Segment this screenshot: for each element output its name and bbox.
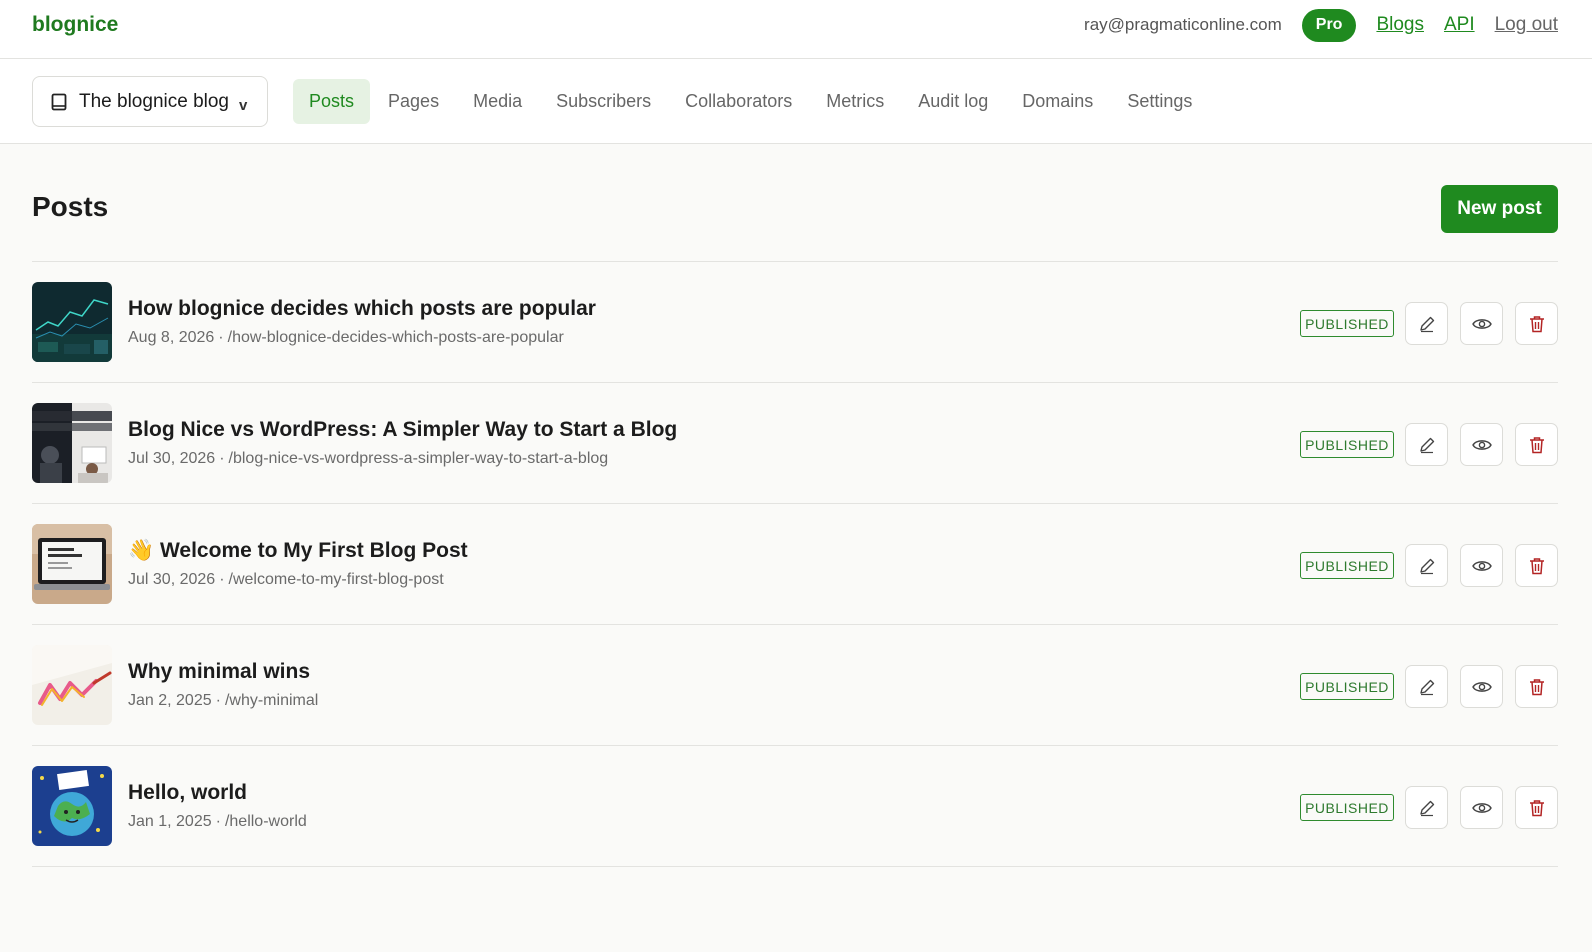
meta-separator: · <box>219 450 225 467</box>
pencil-icon <box>1419 558 1434 574</box>
tab-settings[interactable]: Settings <box>1111 79 1208 124</box>
meta-separator: · <box>219 571 225 588</box>
status-badge: PUBLISHED <box>1300 794 1394 821</box>
eye-icon <box>1471 802 1492 813</box>
blog-name: The blognice blog <box>79 90 229 112</box>
post-date: Jul 30, 2026 <box>128 450 216 467</box>
post-slug: /how-blognice-decides-which-posts-are-po… <box>227 329 564 346</box>
meta-separator: · <box>215 813 221 830</box>
tab-subscribers[interactable]: Subscribers <box>540 79 667 124</box>
blog-selector[interactable]: The blognice blog v <box>32 76 268 127</box>
blog-nav: The blognice blog v Posts Pages Media Su… <box>0 59 1592 144</box>
new-post-button[interactable]: New post <box>1441 185 1558 233</box>
tab-posts[interactable]: Posts <box>293 79 371 124</box>
trash-icon <box>1529 436 1544 453</box>
tab-metrics[interactable]: Metrics <box>810 79 900 124</box>
edit-button[interactable] <box>1405 544 1448 587</box>
meta-separator: · <box>218 329 224 346</box>
eye-icon <box>1471 439 1492 450</box>
status-badge: PUBLISHED <box>1300 673 1394 700</box>
tab-domains[interactable]: Domains <box>1006 79 1109 124</box>
user-email: ray@pragmaticonline.com <box>1084 15 1282 34</box>
post-list: How blognice decides which posts are pop… <box>32 262 1558 867</box>
post-meta: Aug 8, 2026 ·/how-blognice-decides-which-… <box>128 329 564 347</box>
eye-icon <box>1471 681 1492 692</box>
view-button[interactable] <box>1460 544 1503 587</box>
page-title: Posts <box>32 191 109 222</box>
chevron-down-icon: v <box>239 97 248 114</box>
edit-button[interactable] <box>1405 302 1448 345</box>
top-bar: blognice ray@pragmaticonline.com Pro Blo… <box>0 0 1592 59</box>
tab-audit-log[interactable]: Audit log <box>902 79 1004 124</box>
eye-icon <box>1471 318 1492 329</box>
post-date: Aug 8, 2026 <box>128 329 215 346</box>
trash-icon <box>1529 315 1544 332</box>
post-row: Hello, world Jan 1, 2025 ·/hello-world PU… <box>32 746 1558 867</box>
post-slug: /blog-nice-vs-wordpress-a-simpler-way-to… <box>228 450 609 467</box>
pencil-icon <box>1419 316 1434 332</box>
post-row: How blognice decides which posts are pop… <box>32 262 1558 383</box>
book-icon <box>51 93 67 110</box>
post-meta: Jul 30, 2026 ·/welcome-to-my-first-blog-p… <box>128 571 444 589</box>
trash-icon <box>1529 557 1544 574</box>
brand-logo[interactable]: blognice <box>32 13 118 37</box>
delete-button[interactable] <box>1515 786 1558 829</box>
api-link[interactable]: API <box>1444 14 1475 36</box>
post-row: 👋 Welcome to My First Blog Post Jul 30, … <box>32 504 1558 625</box>
delete-button[interactable] <box>1515 544 1558 587</box>
view-button[interactable] <box>1460 302 1503 345</box>
post-date: Jan 2, 2025 <box>128 692 212 709</box>
view-button[interactable] <box>1460 665 1503 708</box>
post-date: Jan 1, 2025 <box>128 813 212 830</box>
logout-link[interactable]: Log out <box>1495 14 1558 36</box>
pencil-icon <box>1419 800 1434 816</box>
edit-button[interactable] <box>1405 786 1448 829</box>
post-date: Jul 30, 2026 <box>128 571 216 588</box>
trash-icon <box>1529 678 1544 695</box>
post-slug: /hello-world <box>224 813 307 830</box>
tab-collaborators[interactable]: Collaborators <box>669 79 808 124</box>
view-button[interactable] <box>1460 423 1503 466</box>
post-row: Why minimal wins Jan 2, 2025 ·/why-minima… <box>32 625 1558 746</box>
post-thumbnail[interactable] <box>32 766 112 846</box>
post-title[interactable]: Why minimal wins <box>128 660 310 684</box>
post-meta: Jan 1, 2025 ·/hello-world <box>128 813 307 831</box>
delete-button[interactable] <box>1515 302 1558 345</box>
post-thumbnail[interactable] <box>32 524 112 604</box>
trash-icon <box>1529 799 1544 816</box>
post-meta: Jul 30, 2026 ·/blog-nice-vs-wordpress-a-s… <box>128 450 608 468</box>
post-row: Blog Nice vs WordPress: A Simpler Way to… <box>32 383 1558 504</box>
status-badge: PUBLISHED <box>1300 310 1394 337</box>
delete-button[interactable] <box>1515 423 1558 466</box>
plan-badge[interactable]: Pro <box>1301 8 1357 42</box>
view-button[interactable] <box>1460 786 1503 829</box>
post-thumbnail[interactable] <box>32 282 112 362</box>
blogs-link[interactable]: Blogs <box>1376 14 1424 36</box>
edit-button[interactable] <box>1405 423 1448 466</box>
pencil-icon <box>1419 437 1434 453</box>
eye-icon <box>1471 560 1492 571</box>
post-thumbnail[interactable] <box>32 403 112 483</box>
post-meta: Jan 2, 2025 ·/why-minimal <box>128 692 318 710</box>
edit-button[interactable] <box>1405 665 1448 708</box>
account-area: ray@pragmaticonline.com Pro Blogs API Lo… <box>1084 8 1558 42</box>
delete-button[interactable] <box>1515 665 1558 708</box>
post-title[interactable]: How blognice decides which posts are pop… <box>128 297 596 321</box>
status-badge: PUBLISHED <box>1300 431 1394 458</box>
meta-separator: · <box>215 692 221 709</box>
tab-pages[interactable]: Pages <box>372 79 455 124</box>
post-slug: /welcome-to-my-first-blog-post <box>228 571 444 588</box>
pencil-icon <box>1419 679 1434 695</box>
post-thumbnail[interactable] <box>32 645 112 725</box>
status-badge: PUBLISHED <box>1300 552 1394 579</box>
post-title[interactable]: Blog Nice vs WordPress: A Simpler Way to… <box>128 418 677 442</box>
post-title[interactable]: 👋 Welcome to My First Blog Post <box>128 539 468 563</box>
tab-media[interactable]: Media <box>457 79 538 124</box>
post-slug: /why-minimal <box>224 692 319 709</box>
tab-bar: Posts Pages Media Subscribers Collaborat… <box>293 79 1210 124</box>
post-title[interactable]: Hello, world <box>128 781 247 805</box>
